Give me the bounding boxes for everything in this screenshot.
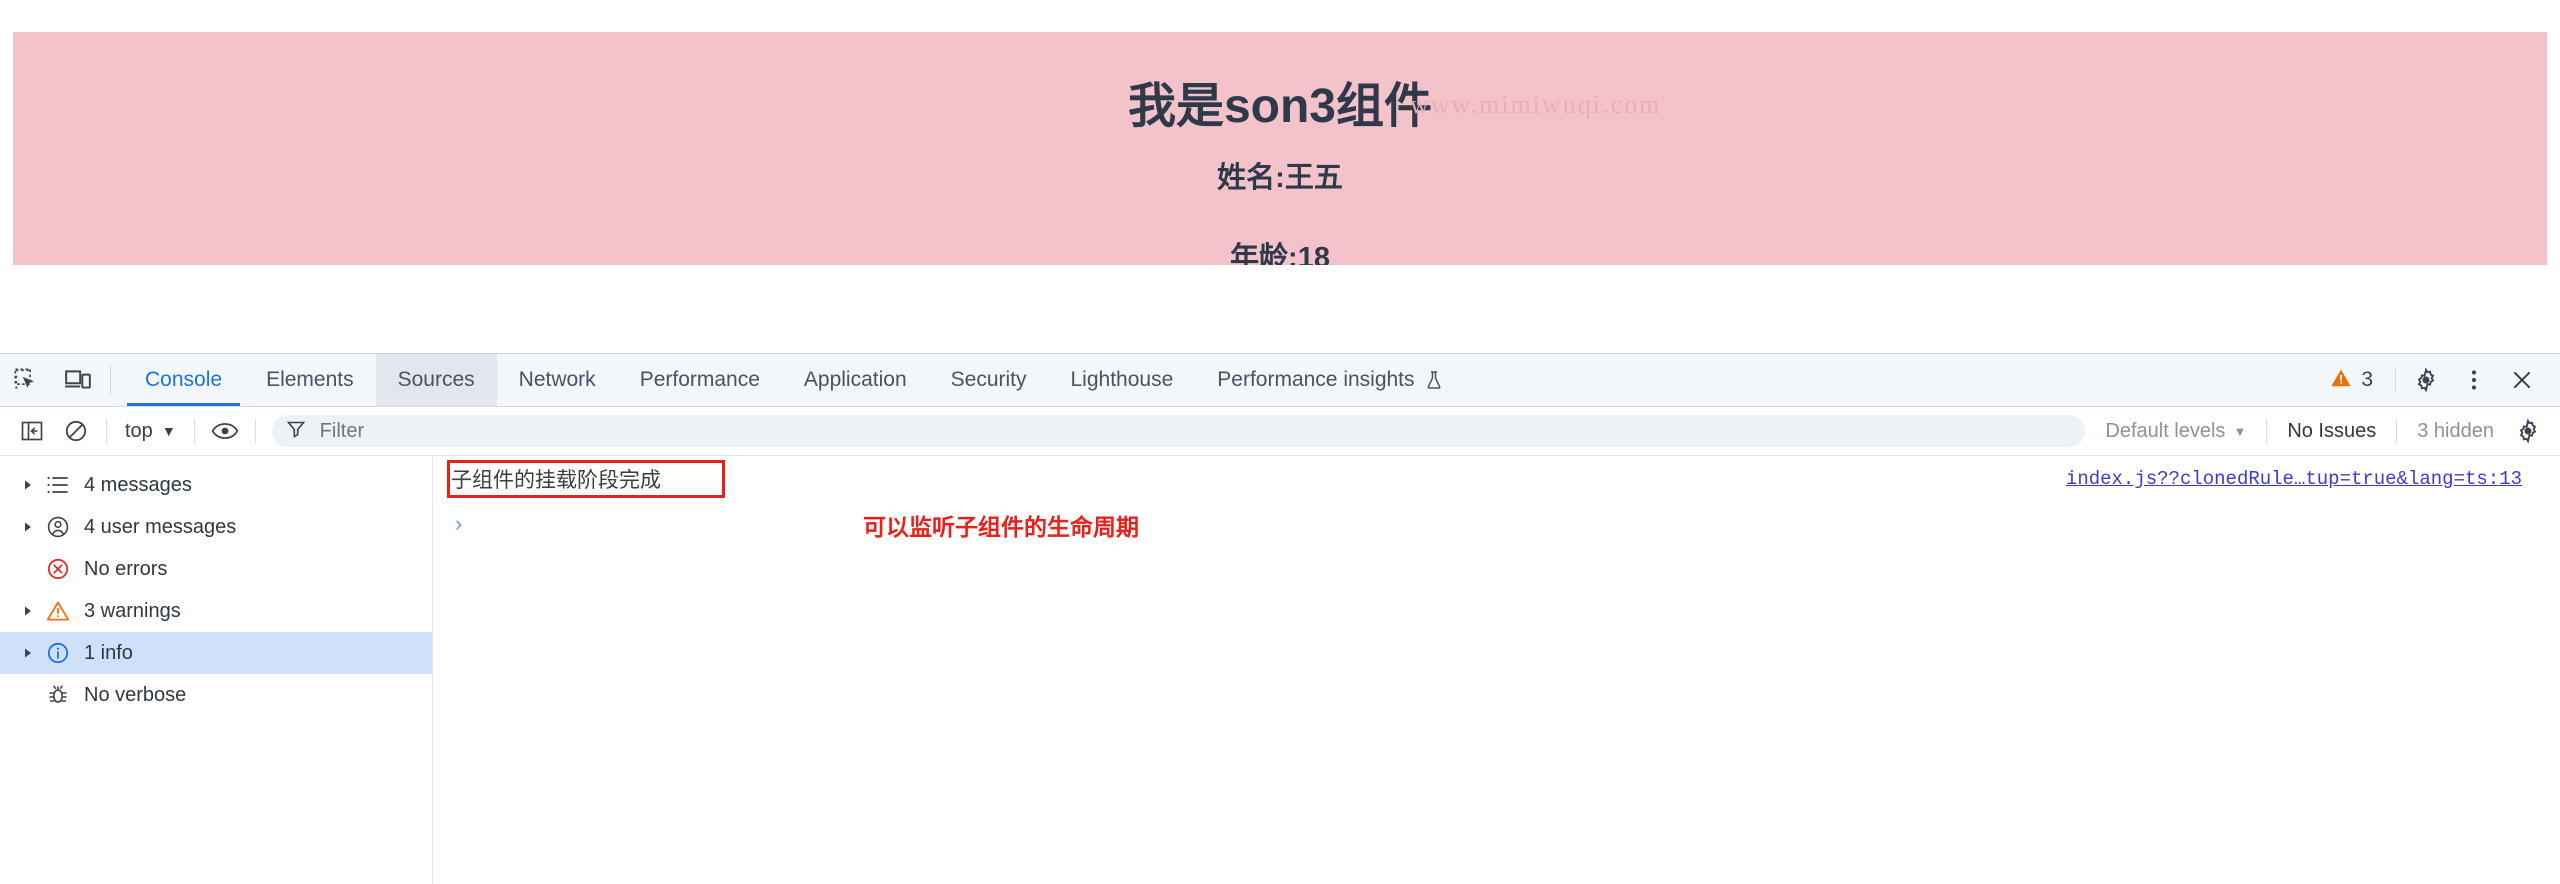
warning-count-label: 3 (2361, 368, 2373, 391)
tab-performance-insights-label: Performance insights (1217, 368, 1415, 391)
gear-icon[interactable] (2402, 360, 2450, 400)
warning-triangle-icon (40, 600, 76, 622)
issues-label: No Issues (2287, 419, 2377, 442)
sidebar-item-label: 4 messages (84, 473, 192, 496)
hidden-count-label: 3 hidden (2417, 419, 2494, 442)
javascript-context-selector[interactable]: top ▼ (115, 420, 186, 443)
sidebar-item-label: No errors (84, 557, 168, 580)
expand-arrow-icon[interactable] (16, 647, 40, 659)
sidebar-item-errors[interactable]: No errors (0, 548, 432, 590)
tab-security[interactable]: Security (929, 354, 1049, 406)
expand-arrow-icon[interactable] (16, 521, 40, 533)
warning-triangle-icon (2330, 368, 2352, 393)
console-message-text: 子组件的挂载阶段完成 (451, 468, 661, 492)
inspect-element-icon[interactable] (0, 354, 52, 406)
list-icon (40, 475, 76, 495)
sidebar-item-info[interactable]: 1 info (0, 632, 432, 674)
devtools-tabbar: Console Elements Sources Network Perform… (0, 354, 2560, 407)
console-toolbar-divider-1 (106, 419, 107, 443)
console-toolbar: top ▼ Default levels ▼ No Issues (0, 407, 2560, 456)
sidebar-item-label: No verbose (84, 683, 187, 706)
log-levels-label: Default levels (2105, 419, 2226, 442)
devtools-tab-list: Console Elements Sources Network Perform… (123, 354, 1465, 406)
tab-performance-insights[interactable]: Performance insights (1195, 354, 1464, 406)
tab-network[interactable]: Network (497, 354, 618, 406)
console-body: 4 messages 4 user messages No errors 3 w… (0, 456, 2560, 884)
filter-input-wrapper[interactable] (271, 415, 2086, 447)
sidebar-item-label: 4 user messages (84, 515, 237, 538)
console-message-list: 子组件的挂载阶段完成 index.js??clonedRule…tup=true… (433, 456, 2560, 884)
tab-sources-label: Sources (397, 368, 475, 391)
filter-input[interactable] (317, 418, 2072, 444)
tab-performance-label: Performance (639, 368, 760, 391)
filter-funnel-icon (286, 419, 306, 444)
expand-arrow-icon[interactable] (16, 479, 40, 491)
tab-performance[interactable]: Performance (618, 354, 782, 406)
sidebar-item-user-messages[interactable]: 4 user messages (0, 506, 432, 548)
annotation-note-text: 可以监听子组件的生命周期 (863, 514, 1139, 540)
prompt-chevron-icon: › (455, 511, 463, 536)
banner-title: 我是son3组件 (1127, 80, 1433, 133)
expand-arrow-icon[interactable] (16, 605, 40, 617)
info-circle-icon (40, 641, 76, 665)
tab-lighthouse-label: Lighthouse (1070, 368, 1174, 391)
chevron-down-icon: ▼ (2233, 423, 2247, 439)
tab-elements-label: Elements (266, 368, 354, 391)
tab-sources[interactable]: Sources (375, 354, 497, 406)
banner-age-line: 年龄:18 (1230, 242, 1330, 265)
error-circle-icon (40, 557, 76, 581)
log-levels-selector[interactable]: Default levels ▼ (2093, 420, 2258, 443)
tabbar-right-divider (2395, 367, 2396, 393)
son3-component-banner: 我是son3组件 www.mimiwuqi.com 姓名:王五 年龄:18 (13, 32, 2547, 265)
console-toolbar-divider-2 (193, 419, 195, 443)
sidebar-item-verbose[interactable]: No verbose (0, 674, 432, 716)
tab-application-label: Application (803, 368, 907, 391)
close-icon[interactable] (2498, 360, 2546, 400)
kebab-menu-icon[interactable] (2450, 360, 2498, 400)
tabbar-divider (110, 366, 111, 394)
sidebar-item-label: 3 warnings (84, 599, 181, 622)
tab-security-label: Security (950, 368, 1027, 391)
live-expression-eye-icon[interactable] (203, 412, 247, 450)
console-message-source-link[interactable]: index.js??clonedRule…tup=true&lang=ts:13 (2066, 468, 2522, 490)
user-circle-icon (40, 515, 76, 539)
tab-network-label: Network (518, 368, 596, 391)
console-toolbar-divider-4 (2266, 419, 2268, 443)
devtools-panel: Console Elements Sources Network Perform… (0, 353, 2560, 884)
issues-status-button[interactable]: No Issues (2275, 420, 2388, 443)
console-toolbar-divider-5 (2396, 419, 2398, 443)
console-sidebar: 4 messages 4 user messages No errors 3 w… (0, 456, 433, 884)
clear-console-icon[interactable] (54, 412, 98, 450)
sidebar-item-messages[interactable]: 4 messages (0, 464, 432, 506)
context-value: top (125, 419, 153, 442)
device-toolbar-icon[interactable] (52, 354, 104, 406)
tab-application[interactable]: Application (782, 354, 929, 406)
tab-console-label: Console (145, 368, 223, 391)
console-message-row[interactable]: 子组件的挂载阶段完成 index.js??clonedRule…tup=true… (433, 456, 2560, 502)
console-prompt-row[interactable]: › (433, 502, 2560, 546)
console-toolbar-divider-3 (254, 419, 256, 443)
tab-console[interactable]: Console (123, 354, 244, 406)
tab-elements[interactable]: Elements (244, 354, 376, 406)
tabbar-right-controls: 3 (2314, 354, 2560, 406)
chevron-down-icon: ▼ (161, 423, 176, 439)
sidebar-item-warnings[interactable]: 3 warnings (0, 590, 432, 632)
console-settings-gear-icon[interactable] (2506, 412, 2550, 450)
show-console-sidebar-icon[interactable] (10, 412, 54, 450)
bug-icon (40, 684, 76, 706)
tab-lighthouse[interactable]: Lighthouse (1049, 354, 1196, 406)
warning-count-button[interactable]: 3 (2314, 368, 2389, 393)
flask-icon (1425, 370, 1443, 390)
web-page-viewport: 我是son3组件 www.mimiwuqi.com 姓名:王五 年龄:18 (0, 0, 2560, 353)
banner-name-line: 姓名:王五 (1217, 162, 1343, 194)
hidden-messages-label[interactable]: 3 hidden (2405, 420, 2506, 443)
sidebar-item-label: 1 info (84, 641, 133, 664)
